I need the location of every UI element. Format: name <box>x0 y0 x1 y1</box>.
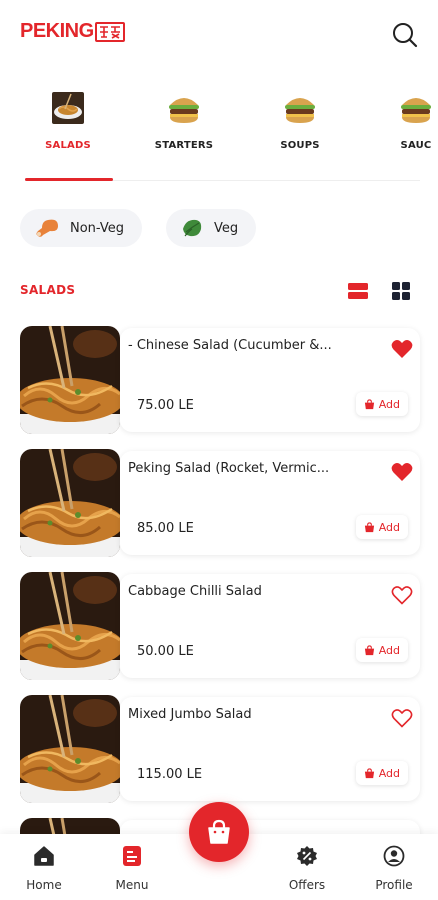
tab-salads[interactable]: SALADS <box>23 88 113 168</box>
item-photo <box>20 449 120 557</box>
list-item[interactable]: Cabbage Chilli Salad 50.00 LE Add <box>20 572 420 682</box>
salads-thumbnail <box>48 88 88 128</box>
tab-sauces-label: SAUC <box>400 140 432 151</box>
add-to-cart-button[interactable]: Add <box>355 392 408 416</box>
item-price: 75.00 LE <box>137 398 194 413</box>
add-to-cart-button[interactable]: Add <box>355 761 408 785</box>
app-header: PEKING <box>0 0 438 72</box>
add-label: Add <box>378 766 400 780</box>
tab-salads-label: SALADS <box>45 140 91 151</box>
item-details: Mixed Jumbo Salad 115.00 LE Add <box>120 697 420 801</box>
nav-offers[interactable]: Offers <box>272 844 342 892</box>
nav-menu-label: Menu <box>115 878 149 892</box>
favorite-button[interactable] <box>390 707 414 729</box>
add-to-cart-button[interactable]: Add <box>355 638 408 662</box>
item-price: 115.00 LE <box>137 767 203 782</box>
heart-outline-icon <box>391 709 413 728</box>
list-view-icon <box>348 283 368 299</box>
logo-text: PEKING <box>20 20 94 42</box>
home-icon <box>32 844 56 868</box>
section-title: SALADS <box>20 283 76 297</box>
item-details: - Chinese Salad (Cucumber &... 75.00 LE … <box>120 328 420 432</box>
logo-seal-icon <box>94 21 125 42</box>
grid-view-icon <box>392 282 410 300</box>
diet-filters: Non-Veg Veg <box>20 209 257 247</box>
chicken-leg-icon <box>36 219 58 237</box>
item-name: Peking Salad (Rocket, Vermic... <box>128 461 330 476</box>
add-label: Add <box>378 643 400 657</box>
heart-outline-icon <box>391 586 413 605</box>
add-label: Add <box>378 397 400 411</box>
nav-home[interactable]: Home <box>9 844 79 892</box>
item-price: 85.00 LE <box>137 521 194 536</box>
tab-soups-label: SOUPS <box>280 140 320 151</box>
item-name: - Chinese Salad (Cucumber &... <box>128 338 332 353</box>
nav-home-label: Home <box>26 878 62 892</box>
add-to-cart-button[interactable]: Add <box>355 515 408 539</box>
list-item[interactable]: Peking Salad (Rocket, Vermic... 85.00 LE… <box>20 449 420 559</box>
item-name: Mixed Jumbo Salad <box>128 707 252 722</box>
filter-non-veg[interactable]: Non-Veg <box>20 209 142 247</box>
tab-starters[interactable]: STARTERS <box>139 88 229 168</box>
bag-icon <box>364 398 374 409</box>
tab-starters-label: STARTERS <box>154 140 214 151</box>
filter-veg-label: Veg <box>213 220 239 236</box>
shopping-bag-icon <box>208 819 230 844</box>
bag-icon <box>364 767 374 778</box>
active-tab-indicator <box>25 178 113 181</box>
burger-icon <box>164 88 204 128</box>
bag-icon <box>364 644 374 655</box>
filter-veg[interactable]: Veg <box>165 209 257 247</box>
nav-menu[interactable]: Menu <box>97 844 167 892</box>
tab-sauces[interactable]: SAUC <box>371 88 438 168</box>
peking-logo: PEKING <box>20 20 125 43</box>
menu-icon <box>120 844 144 868</box>
list-view-button[interactable] <box>347 281 369 301</box>
search-button[interactable] <box>390 20 420 50</box>
item-details: Peking Salad (Rocket, Vermic... 85.00 LE… <box>120 451 420 555</box>
nav-profile-label: Profile <box>375 878 413 892</box>
list-item[interactable]: - Chinese Salad (Cucumber &... 75.00 LE … <box>20 326 420 436</box>
item-price: 50.00 LE <box>137 644 194 659</box>
item-photo <box>20 695 120 803</box>
favorite-button[interactable] <box>390 338 414 360</box>
favorite-button[interactable] <box>390 584 414 606</box>
nav-profile[interactable]: Profile <box>359 844 429 892</box>
item-details: Cabbage Chilli Salad 50.00 LE Add <box>120 574 420 678</box>
item-photo <box>20 326 120 434</box>
item-photo <box>20 572 120 680</box>
item-name: Cabbage Chilli Salad <box>128 584 262 599</box>
leaf-icon <box>182 219 202 237</box>
favorite-button[interactable] <box>390 461 414 483</box>
cart-button[interactable] <box>189 802 249 862</box>
profile-icon <box>382 844 406 868</box>
heart-filled-icon <box>391 339 413 358</box>
filter-non-veg-label: Non-Veg <box>70 220 124 236</box>
category-tabs: SALADS STARTERS SOUPS SAUC <box>0 88 438 186</box>
heart-filled-icon <box>391 462 413 481</box>
grid-view-button[interactable] <box>391 281 411 301</box>
list-item[interactable]: Mixed Jumbo Salad 115.00 LE Add <box>20 695 420 805</box>
search-icon <box>393 23 418 48</box>
offers-icon <box>295 844 319 868</box>
add-label: Add <box>378 520 400 534</box>
nav-offers-label: Offers <box>288 878 326 892</box>
burger-icon <box>396 88 436 128</box>
burger-icon <box>280 88 320 128</box>
bag-icon <box>364 521 374 532</box>
tab-soups[interactable]: SOUPS <box>255 88 345 168</box>
